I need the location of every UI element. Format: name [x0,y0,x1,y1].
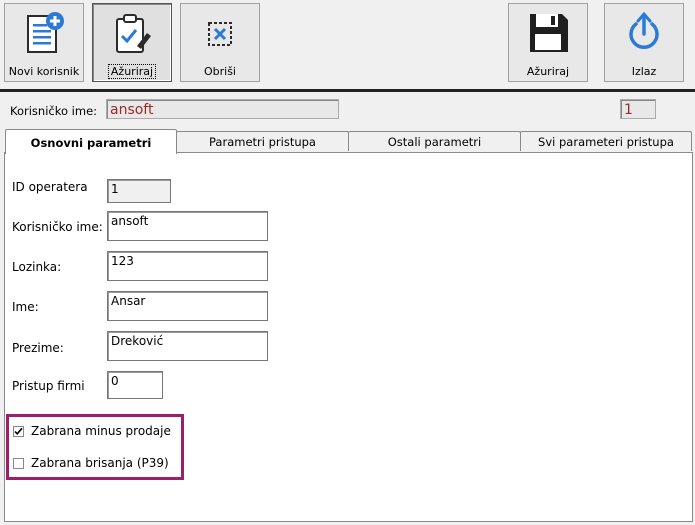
password-input[interactable]: 123 [107,251,268,281]
lastname-label: Prezime: [12,341,64,355]
save-disk-icon [530,14,568,52]
checkmark-icon [14,427,23,435]
password-label: Lozinka: [12,260,62,274]
new-document-icon [27,12,64,53]
firstname-input[interactable]: Ansar [107,291,268,321]
firstname-label: Ime: [12,300,39,314]
power-exit-icon [629,11,659,49]
tab-all-access-parameters[interactable]: Svi parameteri pristupa [520,131,692,151]
tab-access-parameters[interactable]: Parametri pristupa [176,131,349,151]
minus-sale-checkbox[interactable] [13,426,24,437]
username-input[interactable]: ansoft [107,211,268,241]
delete-restriction-checkbox[interactable] [13,458,24,469]
clipboard-edit-icon [116,14,151,53]
firm-access-input[interactable]: 0 [107,371,163,399]
update-button-right[interactable]: Ažuriraj [508,3,588,82]
operator-id-field: 1 [107,179,171,203]
minus-sale-label: Zabrana minus prodaje [31,424,171,438]
delete-button[interactable]: Obriši [180,3,260,82]
delete-restriction-label: Zabrana brisanja (P39) [31,456,169,470]
delete-selection-icon [208,22,232,46]
username-label: Korisničko ime: [12,220,103,234]
tab-basic-parameters[interactable]: Osnovni parametri [5,129,177,154]
header-username-field: ansoft [106,99,339,119]
toolbar-separator [0,89,695,92]
operator-id-label: ID operatera [12,180,88,194]
firm-access-label: Pristup firmi [12,379,85,393]
tab-other-parameters[interactable]: Ostali parametri [348,131,521,151]
exit-button[interactable]: Izlaz [604,3,684,82]
update-button-left[interactable]: Ažuriraj [92,3,172,82]
new-user-button[interactable]: Novi korisnik [4,3,84,82]
header-username-label: Korisničko ime: [10,104,98,118]
header-id-field: 1 [620,99,656,119]
lastname-input[interactable]: Dreković [107,331,268,361]
update-left-label: Ažuriraj [107,64,157,79]
